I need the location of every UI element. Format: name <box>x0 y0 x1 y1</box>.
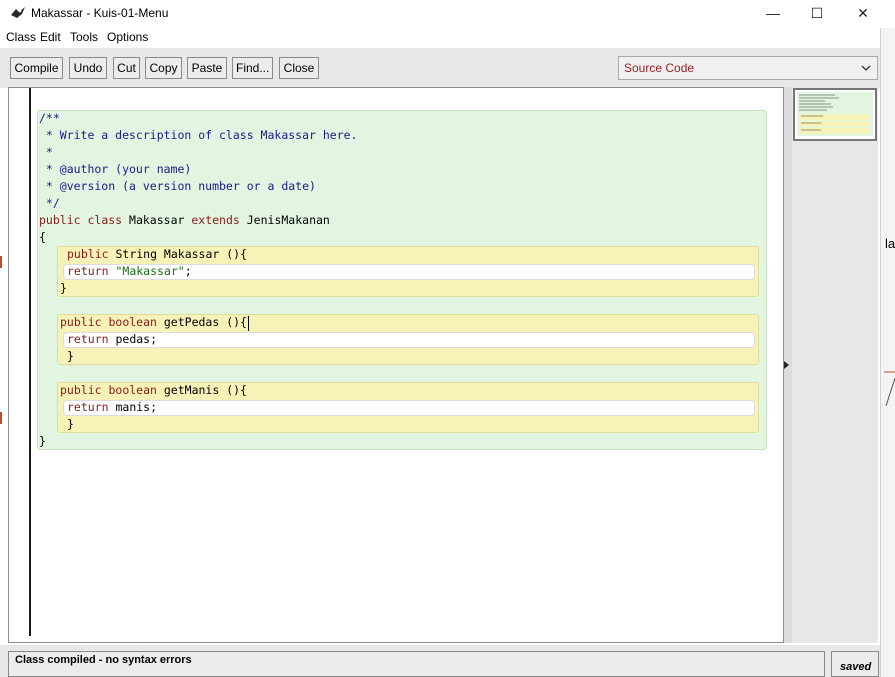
menu-edit[interactable]: Edit <box>40 30 61 44</box>
copy-button[interactable]: Copy <box>145 57 182 79</box>
code-line[interactable]: public class Makassar extends JenisMakan… <box>39 212 330 229</box>
close-window-button[interactable]: ✕ <box>840 0 886 27</box>
background-window-edge[interactable] <box>880 28 895 677</box>
minimize-button[interactable]: — <box>750 0 796 27</box>
menu-class[interactable]: Class <box>6 30 36 44</box>
background-window-mark <box>0 412 2 424</box>
text-caret <box>248 316 249 331</box>
bluej-app-icon <box>11 7 25 18</box>
view-mode-label: Source Code <box>624 61 695 75</box>
window-title: Makassar - Kuis-01-Menu <box>31 6 169 20</box>
background-window-mark <box>0 256 2 268</box>
code-line[interactable]: return "Makassar"; <box>67 263 192 280</box>
maximize-button[interactable]: ☐ <box>794 0 840 27</box>
code-line[interactable]: { <box>39 229 46 246</box>
editor-gutter-divider <box>29 88 31 636</box>
code-line[interactable]: */ <box>39 195 60 212</box>
status-message: Class compiled - no syntax errors <box>15 654 192 666</box>
background-window-label: la <box>885 236 895 251</box>
code-line[interactable]: * <box>39 144 53 161</box>
code-line[interactable]: } <box>67 416 74 433</box>
view-mode-select[interactable]: Source Code <box>618 56 878 80</box>
menu-options[interactable]: Options <box>107 30 148 44</box>
code-line[interactable]: return manis; <box>67 399 157 416</box>
cut-button[interactable]: Cut <box>113 57 140 79</box>
code-line[interactable]: } <box>39 433 46 450</box>
paste-button[interactable]: Paste <box>187 57 227 79</box>
code-line[interactable]: } <box>67 348 74 365</box>
background-diagram-arrow <box>884 371 895 407</box>
expand-arrow-icon[interactable] <box>783 360 791 370</box>
nav-view-minimap <box>797 92 873 136</box>
code-line[interactable]: } <box>60 280 67 297</box>
close-button[interactable]: Close <box>279 57 319 79</box>
nav-view-viewport[interactable] <box>793 88 877 141</box>
title-bar: Makassar - Kuis-01-Menu — ☐ ✕ <box>0 0 895 27</box>
saved-indicator: saved <box>840 661 872 673</box>
code-line[interactable]: * @version (a version number or a date) <box>39 178 316 195</box>
code-line[interactable]: public boolean getPedas (){ <box>60 314 247 331</box>
nav-view-panel[interactable] <box>792 87 878 643</box>
code-line[interactable]: public String Makassar (){ <box>67 246 247 263</box>
find-button[interactable]: Find... <box>232 57 273 79</box>
method-body-block <box>63 400 755 416</box>
code-line[interactable]: public boolean getManis (){ <box>60 382 247 399</box>
code-line[interactable]: * @author (your name) <box>39 161 191 178</box>
code-line[interactable]: return pedas; <box>67 331 157 348</box>
compile-button[interactable]: Compile <box>10 57 63 79</box>
undo-button[interactable]: Undo <box>69 57 107 79</box>
menu-tools[interactable]: Tools <box>70 30 98 44</box>
method-body-block <box>63 332 755 348</box>
menu-bar: Class Edit Tools Options <box>0 28 880 48</box>
chevron-down-icon <box>861 65 871 71</box>
code-line[interactable]: * Write a description of class Makassar … <box>39 127 358 144</box>
code-line[interactable]: /** <box>39 110 60 127</box>
